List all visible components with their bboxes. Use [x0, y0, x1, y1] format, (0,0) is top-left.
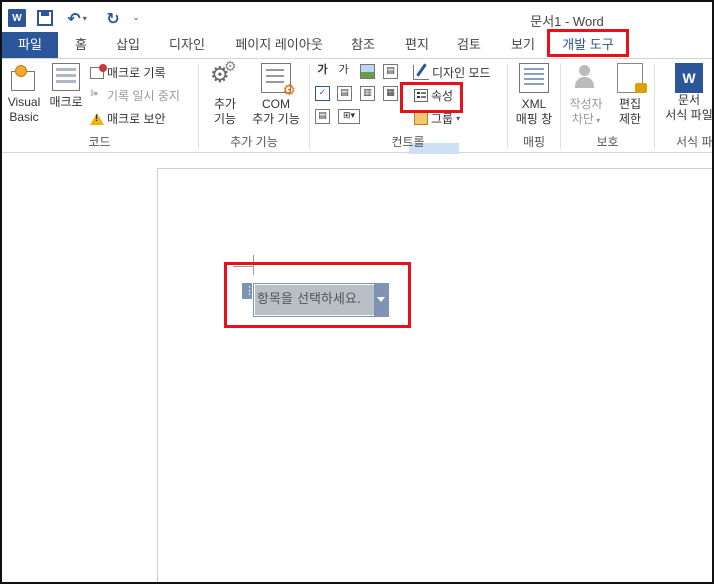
visual-basic-button[interactable]: Visual Basic [4, 63, 44, 125]
tab-design[interactable]: 디자인 [161, 32, 213, 58]
rich-text-control-icon[interactable]: 가 [315, 63, 330, 78]
tab-view[interactable]: 보기 [505, 32, 541, 58]
dropdown-arrow-icon[interactable] [374, 284, 388, 316]
redo-icon[interactable]: ↻ [105, 9, 121, 28]
content-control-placeholder[interactable]: 항목을 선택하세요. [255, 285, 374, 315]
window-title: 문서1 - Word [530, 14, 604, 29]
xml-mapping-pane-button[interactable]: XML 매핑 창 [509, 63, 559, 127]
design-mode-button[interactable]: 디자인 모드 [413, 64, 491, 81]
group-label-mapping: 매핑 [522, 135, 546, 149]
dropdown-content-control[interactable]: 항목을 선택하세요. [253, 283, 389, 317]
repeating-section-control-icon[interactable]: ▤ [315, 109, 330, 124]
addins-button[interactable]: 추가 기능 [205, 59, 245, 127]
tab-home[interactable]: 홈 [66, 32, 96, 58]
document-page[interactable] [157, 168, 712, 582]
com-addins-icon [261, 63, 296, 98]
group-label-templates: 서식 파 [676, 135, 713, 149]
checkbox-control-icon[interactable]: ✓ [315, 86, 330, 101]
word-window: W ↶ ▾ ↻ ⌄ 문서1 - Word 파일 홈 삽입 디자인 페이지 레이아웃… [0, 0, 714, 584]
group-label-controls: 컨트롤 [391, 135, 425, 149]
ribbon-tabs: 파일 홈 삽입 디자인 페이지 레이아웃 참조 편지 검토 보기 개발 도구 [2, 32, 712, 59]
macro-security-button[interactable]: 매크로 보안 [90, 110, 166, 127]
macros-icon [52, 63, 80, 91]
margin-marker-horizontal [233, 266, 253, 267]
xml-mapping-icon [519, 63, 549, 93]
margin-marker-vertical [253, 255, 254, 275]
group-button[interactable]: 그룹 ▾ [414, 110, 460, 127]
gear-icon [210, 59, 240, 93]
ribbon: Visual Basic 매크로 매크로 기록 기록 일시 중지 매크로 보안 … [2, 59, 713, 171]
word-template-icon: W [675, 63, 703, 93]
group-label-code: 코드 [88, 135, 111, 149]
record-macro-button[interactable]: 매크로 기록 [90, 63, 166, 81]
group-label-addins: 추가 기능 [230, 135, 278, 149]
tab-page-layout[interactable]: 페이지 레이아웃 [224, 32, 334, 58]
tab-mailings[interactable]: 편지 [399, 32, 435, 58]
building-block-control-icon[interactable]: ▤ [383, 64, 398, 79]
plain-text-control-icon[interactable]: 가 [336, 63, 351, 78]
customize-qat-icon[interactable]: ⌄ [131, 9, 141, 27]
date-picker-control-icon[interactable]: ▦ [383, 86, 398, 101]
restrict-editing-button[interactable]: 편집 제한 [610, 63, 650, 127]
document-workspace: 항목을 선택하세요. [2, 154, 712, 582]
picture-control-icon[interactable] [360, 64, 375, 79]
group-icon [414, 112, 428, 125]
word-app-icon[interactable]: W [8, 9, 26, 27]
pause-recording-icon [90, 88, 104, 102]
tab-references[interactable]: 참조 [345, 32, 381, 58]
lock-icon [617, 63, 647, 93]
document-template-button[interactable]: W 문서 서식 파일 [658, 63, 712, 123]
tab-review[interactable]: 검토 [451, 32, 487, 58]
group-label-protect: 보호 [596, 135, 619, 149]
properties-button[interactable]: 속성 [414, 87, 453, 104]
content-control-handle[interactable] [242, 283, 255, 299]
dropdown-list-control-icon[interactable]: ▥ [360, 86, 375, 101]
macros-button[interactable]: 매크로 [46, 63, 86, 110]
tab-file[interactable]: 파일 [2, 32, 58, 58]
undo-icon[interactable]: ↶ ▾ [66, 9, 88, 28]
pause-recording-button[interactable]: 기록 일시 중지 [90, 87, 180, 104]
save-icon[interactable] [37, 10, 53, 26]
visual-basic-icon [9, 63, 39, 91]
com-addins-button[interactable]: COM 추가 기능 [247, 63, 305, 127]
title-bar: W ↶ ▾ ↻ ⌄ 문서1 - Word [2, 2, 712, 34]
tab-developer[interactable]: 개발 도구 [549, 32, 627, 58]
design-mode-icon [413, 65, 429, 80]
tab-insert[interactable]: 삽입 [108, 32, 148, 58]
record-macro-icon [90, 63, 107, 79]
block-authors-button[interactable]: 작성자 차단 ▾ [564, 63, 608, 128]
combo-box-control-icon[interactable]: ▤ [337, 86, 352, 101]
warning-icon [90, 112, 104, 125]
block-authors-icon [571, 63, 601, 93]
properties-icon [414, 89, 428, 102]
group-separator [654, 63, 655, 149]
legacy-tools-icon[interactable]: ⊞▾ [338, 109, 360, 124]
